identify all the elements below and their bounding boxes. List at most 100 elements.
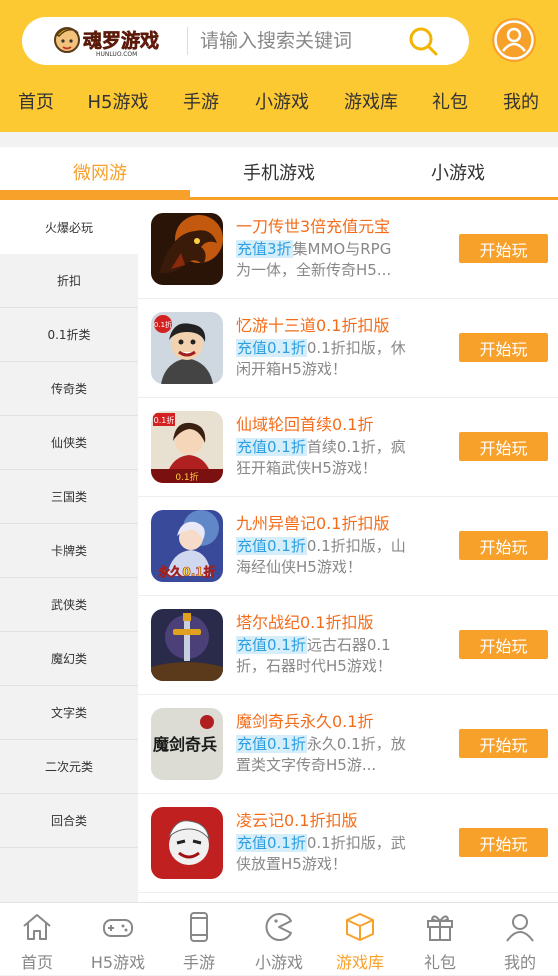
svg-text:永久0.1折: 永久0.1折 xyxy=(157,564,215,579)
home-icon xyxy=(21,911,53,943)
game-title[interactable]: 仙域轮回首续0.1折 xyxy=(236,411,373,435)
game-item[interactable]: 魔剑奇兵 魔剑奇兵永久0.1折 充值0.1折永久0.1折，放置类文字传奇H5游.… xyxy=(138,695,558,794)
start-play-button[interactable]: 开始玩 xyxy=(459,333,548,362)
sidebar-item-card[interactable]: 卡牌类 xyxy=(0,524,138,578)
svg-text:0.1折: 0.1折 xyxy=(154,415,175,425)
topnav-h5[interactable]: H5游戏 xyxy=(72,72,164,130)
sidebar-item-text[interactable]: 文字类 xyxy=(0,686,138,740)
game-item[interactable]: 一刀传世3倍充值元宝 充值3折集MMO与RPG为一体，全新传奇H5... 开始玩 xyxy=(138,200,558,299)
svg-text:0.1折: 0.1折 xyxy=(175,471,198,483)
start-play-button[interactable]: 开始玩 xyxy=(459,234,548,263)
start-play-button[interactable]: 开始玩 xyxy=(459,531,548,560)
discount-badge: 充值0.1折 xyxy=(236,537,307,555)
game-title[interactable]: 塔尔战纪0.1折扣版 xyxy=(236,609,373,633)
active-tab-indicator xyxy=(0,190,190,197)
game-item[interactable]: 凌云记0.1折扣版 充值0.1折0.1折扣版，武侠放置H5游戏！ 开始玩 xyxy=(138,794,558,893)
bottom-nav-mobile[interactable]: 手游 xyxy=(159,903,239,976)
discount-badge: 充值0.1折 xyxy=(236,834,307,852)
phone-icon xyxy=(183,911,215,943)
sidebar-item-hot[interactable]: 火爆必玩 xyxy=(0,200,138,254)
start-play-button[interactable]: 开始玩 xyxy=(459,828,548,857)
bottom-nav-mini[interactable]: 小游戏 xyxy=(239,903,319,976)
sidebar-item-anime[interactable]: 二次元类 xyxy=(0,740,138,794)
search-divider xyxy=(187,27,188,55)
topnav-home[interactable]: 首页 xyxy=(0,72,72,130)
topnav-gift[interactable]: 礼包 xyxy=(416,72,484,130)
gamepad-icon xyxy=(102,911,134,943)
user-profile-icon[interactable] xyxy=(491,17,537,63)
game-icon-lingyun[interactable] xyxy=(151,807,223,879)
svg-text:魔剑奇兵: 魔剑奇兵 xyxy=(153,735,217,754)
search-bar[interactable]: 魂罗游戏 HUNLUO.COM xyxy=(22,17,469,65)
discount-badge: 充值0.1折 xyxy=(236,636,307,654)
bottom-nav-label: 小游戏 xyxy=(254,953,303,972)
bottom-nav-label: 手游 xyxy=(182,953,215,972)
pacman-icon xyxy=(263,911,295,943)
bottom-nav: 首页 H5游戏 手游 小游戏 游戏库 礼包 我的 xyxy=(0,902,558,975)
game-title[interactable]: 一刀传世3倍充值元宝 xyxy=(236,213,390,237)
category-sidebar: 火爆必玩 折扣 0.1折类 传奇类 仙侠类 三国类 卡牌类 武侠类 魔幻类 文字… xyxy=(0,200,138,902)
sidebar-item-turn-based[interactable]: 回合类 xyxy=(0,794,138,848)
site-logo[interactable]: 魂罗游戏 HUNLUO.COM xyxy=(54,23,182,59)
header: 魂罗游戏 HUNLUO.COM 首页 H5游戏 手游 小游戏 游戏库 礼包 我的 xyxy=(0,0,558,132)
bottom-nav-label: 礼包 xyxy=(423,953,456,972)
game-icon-dragon[interactable] xyxy=(151,213,223,285)
game-list: 一刀传世3倍充值元宝 充值3折集MMO与RPG为一体，全新传奇H5... 开始玩… xyxy=(138,200,558,902)
top-nav: 首页 H5游戏 手游 小游戏 游戏库 礼包 我的 xyxy=(0,72,558,130)
bottom-nav-label: H5游戏 xyxy=(90,953,146,972)
sidebar-item-fantasy[interactable]: 魔幻类 xyxy=(0,632,138,686)
bottom-nav-me[interactable]: 我的 xyxy=(480,903,558,976)
start-play-button[interactable]: 开始玩 xyxy=(459,729,548,758)
game-title[interactable]: 魔剑奇兵永久0.1折 xyxy=(236,708,373,732)
bottom-nav-gift[interactable]: 礼包 xyxy=(400,903,480,976)
game-title[interactable]: 忆游十三道0.1折扣版 xyxy=(236,312,389,336)
game-item[interactable]: 0.1折 0.1折 仙域轮回首续0.1折 充值0.1折首续0.1折，疯狂开箱武侠… xyxy=(138,398,558,497)
topnav-mini[interactable]: 小游戏 xyxy=(238,72,326,130)
sidebar-item-xianxia[interactable]: 仙侠类 xyxy=(0,416,138,470)
game-title[interactable]: 九州异兽记0.1折扣版 xyxy=(236,510,389,534)
game-desc: 充值0.1折首续0.1折，疯狂开箱武侠H5游戏！ xyxy=(236,437,406,479)
sidebar-item-three-kingdoms[interactable]: 三国类 xyxy=(0,470,138,524)
svg-text:HUNLUO.COM: HUNLUO.COM xyxy=(96,51,137,58)
topnav-mobile[interactable]: 手游 xyxy=(164,72,238,130)
bottom-nav-home[interactable]: 首页 xyxy=(0,903,77,976)
game-icon-xianyu[interactable]: 0.1折 0.1折 xyxy=(151,411,223,483)
discount-badge: 充值3折 xyxy=(236,240,293,258)
game-icon-taer[interactable] xyxy=(151,609,223,681)
topnav-library[interactable]: 游戏库 xyxy=(326,72,416,130)
game-desc: 充值0.1折0.1折扣版，休闲开箱H5游戏！ xyxy=(236,338,406,380)
search-input[interactable] xyxy=(200,25,400,57)
game-icon-mojian[interactable]: 魔剑奇兵 xyxy=(151,708,223,780)
gift-icon xyxy=(424,911,456,943)
tab-mini-game[interactable]: 小游戏 xyxy=(372,147,544,197)
game-item[interactable]: 0.1折 忆游十三道0.1折扣版 充值0.1折0.1折扣版，休闲开箱H5游戏！ … xyxy=(138,299,558,398)
bottom-nav-library[interactable]: 游戏库 xyxy=(320,903,400,976)
sidebar-item-wuxia[interactable]: 武侠类 xyxy=(0,578,138,632)
topnav-me[interactable]: 我的 xyxy=(484,72,558,130)
bottom-nav-label: 首页 xyxy=(20,953,53,972)
game-icon-yiyou[interactable]: 0.1折 xyxy=(151,312,223,384)
start-play-button[interactable]: 开始玩 xyxy=(459,432,548,461)
game-desc: 充值0.1折永久0.1折，放置类文字传奇H5游... xyxy=(236,734,406,776)
game-desc: 充值0.1折0.1折扣版，山海经仙侠H5游戏！ xyxy=(236,536,406,578)
game-title[interactable]: 凌云记0.1折扣版 xyxy=(236,807,357,831)
sidebar-item-0.1[interactable]: 0.1折类 xyxy=(0,308,138,362)
discount-badge: 充值0.1折 xyxy=(236,438,307,456)
user-icon xyxy=(504,911,536,943)
box-icon xyxy=(344,911,376,943)
tab-mobile-game[interactable]: 手机游戏 xyxy=(186,147,372,197)
game-desc: 充值3折集MMO与RPG为一体，全新传奇H5... xyxy=(236,239,406,281)
svg-text:0.1折: 0.1折 xyxy=(154,320,172,329)
discount-badge: 充值0.1折 xyxy=(236,735,307,753)
bottom-nav-label: 游戏库 xyxy=(335,953,384,972)
game-item[interactable]: 永久0.1折 九州异兽记0.1折扣版 充值0.1折0.1折扣版，山海经仙侠H5游… xyxy=(138,497,558,596)
sidebar-item-legend[interactable]: 传奇类 xyxy=(0,362,138,416)
sidebar-item-discount[interactable]: 折扣 xyxy=(0,254,138,308)
start-play-button[interactable]: 开始玩 xyxy=(459,630,548,659)
game-desc: 充值0.1折0.1折扣版，武侠放置H5游戏！ xyxy=(236,833,406,875)
discount-badge: 充值0.1折 xyxy=(236,339,307,357)
search-icon[interactable] xyxy=(408,26,440,58)
game-icon-jiuzhou[interactable]: 永久0.1折 xyxy=(151,510,223,582)
game-item[interactable]: 塔尔战纪0.1折扣版 充值0.1折远古石器0.1折，石器时代H5游戏！ 开始玩 xyxy=(138,596,558,695)
bottom-nav-h5[interactable]: H5游戏 xyxy=(78,903,158,976)
